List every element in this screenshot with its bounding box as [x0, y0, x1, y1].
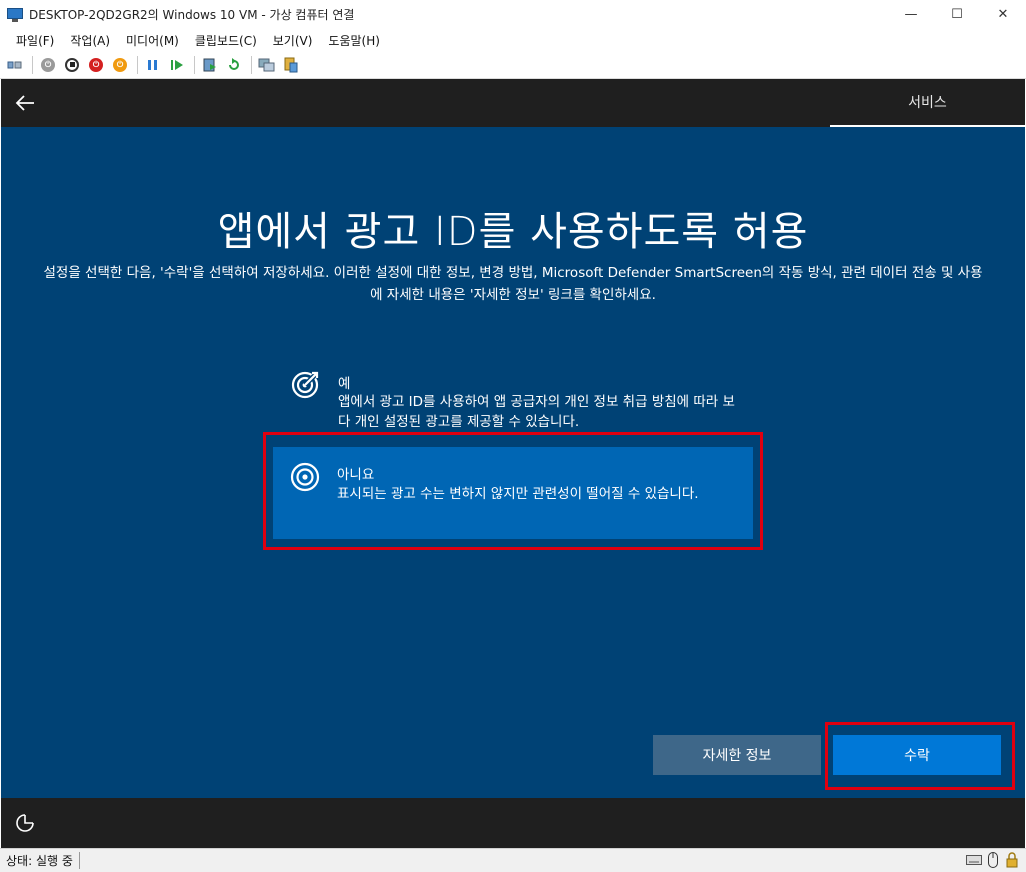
close-icon: ✕ [997, 7, 1009, 22]
resume-icon[interactable] [166, 54, 188, 76]
mouse-icon[interactable] [985, 852, 1001, 868]
page-description: 설정을 선택한 다음, '수락'을 선택하여 저장하세요. 이러한 설정에 대한… [43, 265, 983, 303]
menu-clipboard[interactable]: 클립보드(C) [187, 32, 265, 49]
status-icons [963, 852, 1020, 868]
title-bar: DESKTOP-2QD2GR2의 Windows 10 VM - 가상 컴퓨터 … [0, 0, 1026, 29]
status-bar: 상태: 실행 중 [0, 848, 1026, 872]
minimize-button[interactable]: — [888, 0, 934, 29]
minimize-icon: — [904, 7, 918, 22]
menu-file[interactable]: 파일(F) [8, 32, 62, 49]
target-arrow-icon [291, 371, 319, 399]
checkpoint-icon[interactable] [199, 54, 221, 76]
back-button[interactable] [11, 89, 39, 117]
toolbar-divider [194, 55, 195, 74]
menu-help[interactable]: 도움말(H) [320, 32, 388, 49]
back-arrow-icon [15, 95, 34, 111]
learn-more-button[interactable]: 자세한 정보 [653, 735, 821, 775]
shut-down-icon[interactable]: ⏻ [85, 54, 107, 76]
menu-media[interactable]: 미디어(M) [118, 32, 187, 49]
highlight-box-no-option [263, 432, 763, 550]
step-label-services: 서비스 [830, 79, 1025, 127]
close-button[interactable]: ✕ [980, 0, 1026, 29]
option-yes[interactable]: 예 앱에서 광고 ID를 사용하여 앱 공급자의 개인 정보 취급 방침에 따라… [274, 362, 754, 438]
toolbar-divider [251, 55, 252, 74]
pause-icon[interactable] [142, 54, 164, 76]
toolbar-divider [32, 55, 33, 74]
enhanced-session-icon[interactable] [256, 54, 278, 76]
option-yes-title: 예 [338, 376, 351, 392]
menu-view[interactable]: 보기(V) [265, 32, 321, 49]
vm-connection-icon [7, 7, 23, 22]
share-icon[interactable] [280, 54, 302, 76]
vm-screen[interactable]: 서비스 앱에서 광고 ID를 사용하도록 허용 설정을 선택한 다음, '수락'… [1, 79, 1025, 848]
oobe-footer [1, 798, 1025, 848]
maximize-icon: ☐ [951, 7, 963, 22]
keyboard-icon[interactable] [966, 852, 982, 868]
page-title: 앱에서 광고 ID를 사용하도록 허용 [217, 209, 809, 255]
accessibility-icon[interactable] [15, 813, 35, 833]
start-icon[interactable]: ⏻ [37, 54, 59, 76]
oobe-header: 서비스 [1, 79, 1025, 127]
option-yes-description: 앱에서 광고 ID를 사용하여 앱 공급자의 개인 정보 취급 방침에 따라 보… [338, 394, 735, 430]
revert-icon[interactable] [223, 54, 245, 76]
ctrl-alt-del-icon[interactable] [4, 54, 26, 76]
window-title: DESKTOP-2QD2GR2의 Windows 10 VM - 가상 컴퓨터 … [29, 8, 355, 22]
highlight-box-accept [825, 722, 1015, 790]
toolbar: ⏻ ⏻ ⏻ [0, 51, 1026, 79]
lock-icon [1004, 852, 1020, 868]
turn-off-icon[interactable] [61, 54, 83, 76]
save-state-icon[interactable]: ⏻ [109, 54, 131, 76]
toolbar-divider [137, 55, 138, 74]
menu-action[interactable]: 작업(A) [62, 32, 118, 49]
maximize-button[interactable]: ☐ [934, 0, 980, 29]
status-text: 상태: 실행 중 [0, 852, 80, 869]
menu-bar: 파일(F) 작업(A) 미디어(M) 클립보드(C) 보기(V) 도움말(H) [0, 29, 1026, 51]
